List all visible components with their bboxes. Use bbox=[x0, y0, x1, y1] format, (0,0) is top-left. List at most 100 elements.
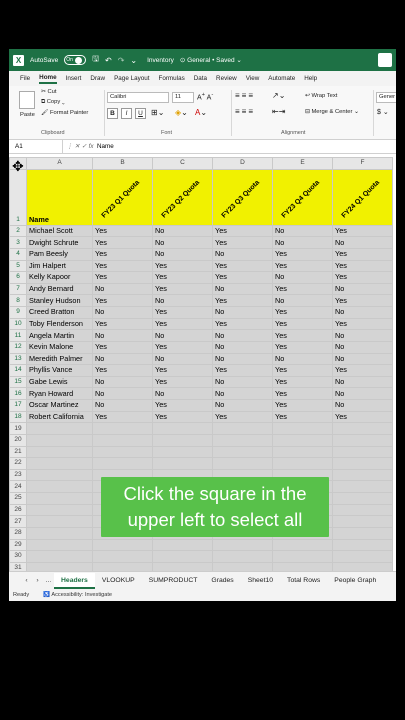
cell[interactable]: Kevin Malone bbox=[26, 340, 93, 354]
cell[interactable]: Meredith Palmer bbox=[26, 352, 93, 366]
number-format-box[interactable]: Gener bbox=[376, 92, 396, 103]
cell[interactable]: Yes bbox=[92, 340, 153, 354]
cell[interactable]: Yes bbox=[212, 224, 273, 238]
cell[interactable]: Yes bbox=[212, 259, 273, 273]
font-size-box[interactable]: 11 bbox=[172, 92, 194, 103]
row-header[interactable]: 10 bbox=[9, 317, 27, 331]
fx-icon[interactable]: fx bbox=[89, 143, 94, 150]
cell[interactable]: Yes bbox=[92, 271, 153, 284]
cell[interactable] bbox=[332, 457, 393, 470]
cell[interactable] bbox=[152, 538, 213, 552]
cell[interactable] bbox=[26, 550, 93, 563]
cell[interactable]: Yes bbox=[212, 364, 273, 377]
cell-quota-header[interactable]: FY23 Q4 Quota bbox=[272, 168, 333, 226]
cell[interactable] bbox=[332, 561, 393, 571]
column-header-c[interactable]: C bbox=[152, 157, 213, 170]
cell[interactable] bbox=[152, 433, 213, 447]
formula-input[interactable]: Name bbox=[97, 143, 114, 150]
document-name[interactable]: Inventory bbox=[147, 57, 174, 64]
cell[interactable] bbox=[272, 561, 333, 571]
cell[interactable]: No bbox=[272, 236, 333, 249]
cell[interactable]: No bbox=[212, 306, 273, 319]
cell[interactable]: Yes bbox=[272, 282, 333, 296]
cell[interactable] bbox=[332, 515, 393, 528]
column-header-a[interactable]: A bbox=[26, 157, 93, 170]
cell[interactable]: No bbox=[272, 224, 333, 238]
cell[interactable] bbox=[26, 433, 93, 447]
cell[interactable] bbox=[332, 480, 393, 493]
italic-button[interactable]: I bbox=[121, 108, 132, 119]
cell[interactable]: No bbox=[92, 306, 153, 319]
increase-font-icon[interactable]: A+ A- bbox=[197, 92, 213, 101]
undo-icon[interactable]: ↶ bbox=[105, 56, 112, 65]
sheet-tab-sumproduct[interactable]: SUMPRODUCT bbox=[142, 573, 205, 589]
cell[interactable] bbox=[272, 445, 333, 459]
row-header[interactable]: 7 bbox=[9, 282, 27, 296]
cell[interactable] bbox=[272, 433, 333, 447]
cell[interactable] bbox=[26, 515, 93, 528]
cell[interactable]: No bbox=[92, 352, 153, 366]
cell[interactable]: No bbox=[152, 294, 213, 307]
cell[interactable]: No bbox=[152, 236, 213, 249]
row-header[interactable]: 16 bbox=[9, 387, 27, 400]
cell[interactable]: No bbox=[272, 271, 333, 284]
cell[interactable] bbox=[26, 457, 93, 470]
cell[interactable]: Yes bbox=[92, 294, 153, 307]
merge-center-button[interactable]: ⊟ Merge & Center ⌄ bbox=[305, 109, 359, 115]
cell[interactable]: No bbox=[152, 352, 213, 366]
cell[interactable]: No bbox=[332, 399, 393, 412]
cell[interactable] bbox=[26, 561, 93, 571]
cell[interactable]: Gabe Lewis bbox=[26, 375, 93, 389]
next-sheet-icon[interactable]: › bbox=[32, 577, 43, 584]
menu-review[interactable]: Review bbox=[216, 75, 237, 82]
cell[interactable]: Yes bbox=[212, 294, 273, 307]
cell[interactable]: Robert California bbox=[26, 410, 93, 424]
cell[interactable] bbox=[212, 550, 273, 563]
cell[interactable]: Yes bbox=[152, 410, 213, 424]
row-header[interactable]: 17 bbox=[9, 399, 27, 412]
column-header-b[interactable]: B bbox=[92, 157, 153, 170]
fill-color-icon[interactable]: ◈⌄ bbox=[175, 108, 188, 117]
cell[interactable]: No bbox=[272, 352, 333, 366]
paste-label[interactable]: Paste bbox=[20, 112, 35, 118]
row-header[interactable]: 26 bbox=[9, 503, 27, 517]
borders-icon[interactable]: ⊞⌄ bbox=[151, 108, 164, 117]
bold-button[interactable]: B bbox=[107, 108, 118, 119]
cell[interactable]: No bbox=[332, 340, 393, 354]
column-header-d[interactable]: D bbox=[212, 157, 273, 170]
cell[interactable] bbox=[152, 422, 213, 435]
cell[interactable]: No bbox=[212, 329, 273, 342]
row-header[interactable]: 8 bbox=[9, 294, 27, 307]
menu-view[interactable]: View bbox=[246, 75, 260, 82]
cell[interactable] bbox=[212, 445, 273, 459]
cell[interactable]: Yes bbox=[332, 364, 393, 377]
format-painter-button[interactable]: 🖌 Format Painter bbox=[41, 110, 88, 116]
cell[interactable]: Yes bbox=[212, 236, 273, 249]
cell[interactable]: Yes bbox=[92, 259, 153, 273]
cell[interactable]: Yes bbox=[332, 317, 393, 331]
cell[interactable]: No bbox=[92, 375, 153, 389]
cell[interactable] bbox=[272, 422, 333, 435]
cell[interactable]: Yes bbox=[272, 306, 333, 319]
menu-page-layout[interactable]: Page Layout bbox=[114, 75, 149, 82]
menu-formulas[interactable]: Formulas bbox=[158, 75, 184, 82]
cell[interactable] bbox=[212, 422, 273, 435]
cell[interactable]: Angela Martin bbox=[26, 329, 93, 342]
cell[interactable]: Yes bbox=[332, 410, 393, 424]
cell[interactable] bbox=[92, 561, 153, 571]
cell[interactable]: Yes bbox=[272, 375, 333, 389]
cell[interactable] bbox=[332, 492, 393, 505]
cell[interactable]: Yes bbox=[92, 410, 153, 424]
paste-icon[interactable] bbox=[19, 91, 35, 109]
cell[interactable] bbox=[26, 445, 93, 459]
row-header[interactable]: 19 bbox=[9, 422, 27, 435]
formula-icons[interactable]: ⋮ ✕ ✓ fx bbox=[63, 143, 97, 150]
cell[interactable]: No bbox=[152, 224, 213, 238]
cut-button[interactable]: ✂ Cut bbox=[41, 89, 57, 95]
underline-button[interactable]: U bbox=[135, 108, 146, 119]
row-header[interactable]: 6 bbox=[9, 271, 27, 284]
cell[interactable]: No bbox=[332, 282, 393, 296]
cell[interactable] bbox=[212, 561, 273, 571]
cell[interactable]: No bbox=[212, 247, 273, 261]
cell[interactable]: Yes bbox=[152, 340, 213, 354]
